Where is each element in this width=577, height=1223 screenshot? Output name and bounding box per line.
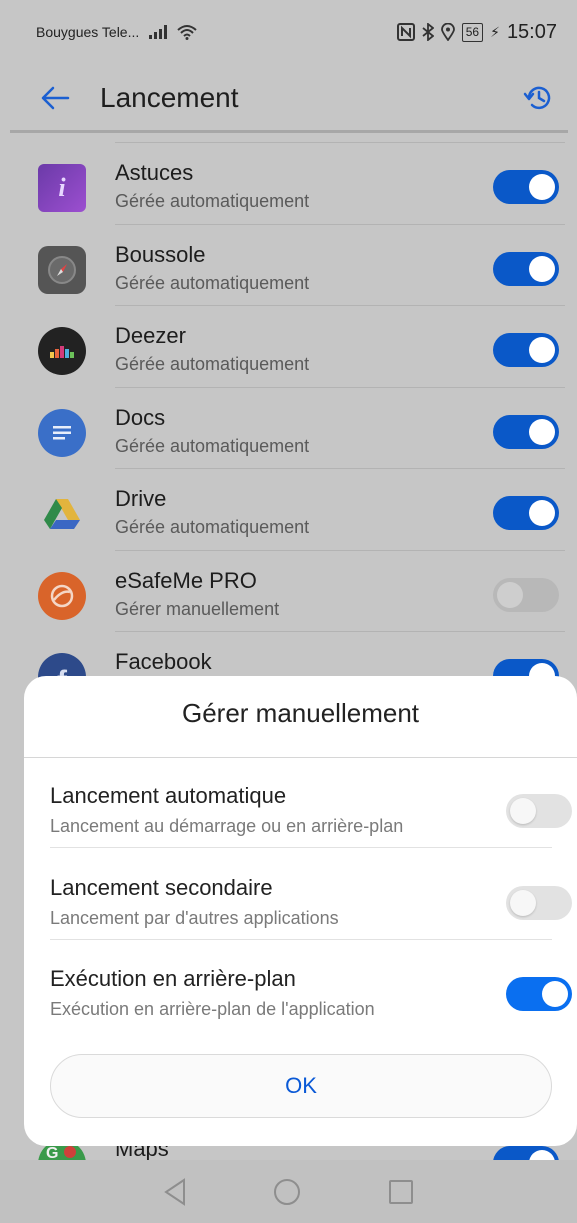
toggle-switch[interactable] bbox=[506, 886, 572, 920]
option-subtitle: Lancement au démarrage ou en arrière-pla… bbox=[50, 816, 404, 836]
list-item[interactable]: Docs Gérée automatiquement bbox=[0, 386, 577, 469]
toggle-switch[interactable] bbox=[506, 977, 572, 1011]
app-name: eSafeMe PRO bbox=[115, 567, 257, 593]
toggle-switch[interactable] bbox=[493, 170, 559, 204]
location-icon bbox=[440, 23, 455, 41]
status-left: Bouygues Tele... bbox=[36, 24, 197, 40]
app-name: Docs bbox=[115, 404, 166, 430]
clock: 15:07 bbox=[506, 20, 557, 43]
toggle-switch[interactable] bbox=[493, 577, 559, 612]
recents-square-icon[interactable] bbox=[388, 1179, 414, 1205]
divider bbox=[115, 223, 565, 225]
list-item[interactable]: Boussole Gérée automatiquement bbox=[0, 223, 577, 306]
option-secondary-launch[interactable]: Lancement secondaire Lancement par d'aut… bbox=[50, 852, 572, 943]
app-status: Gérée automatiquement bbox=[115, 354, 310, 374]
arrow-left-icon[interactable] bbox=[40, 86, 70, 110]
option-background-run[interactable]: Exécution en arrière-plan Exécution en a… bbox=[50, 943, 572, 1034]
toggle-switch[interactable] bbox=[493, 333, 559, 367]
list-item[interactable]: Drive Gérée automatiquement bbox=[0, 468, 577, 550]
option-subtitle: Exécution en arrière-plan de l'applicati… bbox=[50, 999, 375, 1019]
divider bbox=[115, 386, 565, 388]
list-item[interactable]: i Astuces Gérée automatiquement bbox=[0, 142, 577, 224]
toggle-switch[interactable] bbox=[506, 794, 572, 828]
app-status: Gérée automatiquement bbox=[115, 517, 310, 537]
option-title: Exécution en arrière-plan bbox=[50, 966, 296, 991]
app-name: Astuces bbox=[115, 160, 194, 185]
app-name: Drive bbox=[115, 486, 167, 511]
battery-icon: 56 bbox=[461, 22, 484, 42]
esafeme-icon bbox=[38, 571, 86, 620]
ok-button[interactable]: OK bbox=[50, 1054, 552, 1118]
app-status: Gérée automatiquement bbox=[115, 435, 310, 456]
nav-bar bbox=[0, 1160, 577, 1223]
charging-icon: ⚡ bbox=[490, 23, 500, 40]
dialog-divider bbox=[24, 757, 577, 758]
wifi-icon bbox=[177, 25, 197, 40]
toggle-switch[interactable] bbox=[493, 251, 559, 286]
option-subtitle: Lancement par d'autres applications bbox=[50, 908, 339, 928]
app-bar: Lancement bbox=[0, 64, 577, 132]
option-title: Lancement secondaire bbox=[50, 875, 273, 900]
app-name: Facebook bbox=[115, 649, 212, 674]
divider bbox=[115, 468, 565, 469]
deezer-icon bbox=[38, 327, 86, 375]
nfc-icon bbox=[396, 23, 415, 41]
option-title: Lancement automatique bbox=[50, 783, 287, 808]
signal-icon bbox=[149, 25, 168, 39]
page-title: Lancement bbox=[100, 82, 239, 113]
manage-dialog: Gérer manuellement Lancement automatique… bbox=[24, 676, 577, 1146]
app-name: Boussole bbox=[115, 241, 206, 267]
list-item[interactable]: Deezer Gérée automatiquement bbox=[0, 305, 577, 387]
option-auto-launch[interactable]: Lancement automatique Lancement au démar… bbox=[50, 760, 572, 851]
back-triangle-icon[interactable] bbox=[163, 1177, 187, 1206]
app-status: Gérée automatiquement bbox=[115, 272, 310, 293]
status-bar: Bouygues Tele... 56 ⚡ 15:07 bbox=[0, 0, 577, 64]
dialog-title: Gérer manuellement bbox=[182, 698, 419, 728]
toggle-switch[interactable] bbox=[493, 1146, 559, 1160]
divider bbox=[115, 305, 565, 306]
history-icon[interactable] bbox=[523, 82, 555, 114]
carrier-name: Bouygues Tele... bbox=[36, 24, 140, 40]
divider bbox=[115, 142, 565, 143]
app-bar-divider bbox=[10, 130, 568, 133]
divider bbox=[115, 549, 565, 551]
divider bbox=[50, 847, 552, 848]
bluetooth-icon bbox=[422, 23, 434, 41]
home-circle-icon[interactable] bbox=[273, 1178, 301, 1206]
compass-icon bbox=[38, 245, 86, 294]
toggle-switch[interactable] bbox=[493, 496, 559, 530]
list-item[interactable]: eSafeMe PRO Gérer manuellement bbox=[0, 549, 577, 632]
status-right: 56 ⚡ 15:07 bbox=[396, 20, 557, 44]
divider bbox=[115, 631, 565, 632]
app-list: i Astuces Gérée automatiquement Boussole… bbox=[0, 142, 577, 713]
docs-icon bbox=[38, 408, 86, 457]
app-status: Gérée automatiquement bbox=[115, 191, 310, 211]
astuces-icon: i bbox=[38, 164, 86, 212]
drive-icon bbox=[38, 490, 86, 538]
app-name: Deezer bbox=[115, 323, 186, 348]
divider bbox=[50, 939, 552, 940]
app-status: Gérer manuellement bbox=[115, 598, 280, 619]
toggle-switch[interactable] bbox=[493, 414, 559, 449]
